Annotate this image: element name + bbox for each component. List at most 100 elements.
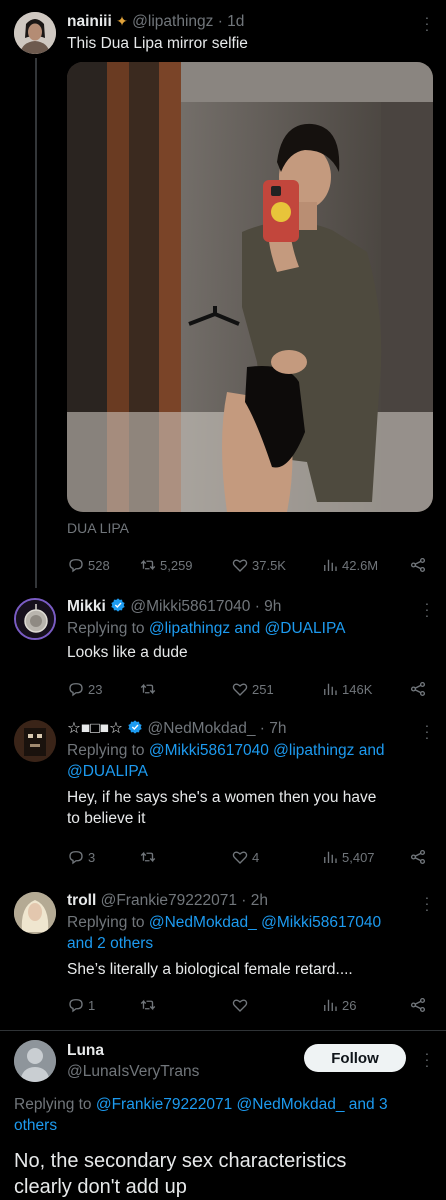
replying-to: Replying to @Mikki58617040 @lipathingz a… [67, 740, 434, 782]
view-count: 146K [342, 681, 373, 697]
retweet-icon [140, 851, 156, 863]
views-button[interactable]: 146K [321, 680, 409, 698]
focused-tweet[interactable]: Luna @LunaIsVeryTrans Follow · · · Replyin… [0, 1030, 446, 1200]
view-count: 5,407 [342, 849, 375, 865]
action-bar: 528 5,259 37.5K 42.6M [67, 554, 430, 576]
reply-icon [69, 559, 83, 573]
reply-button[interactable]: 23 [67, 680, 139, 698]
timestamp[interactable]: · 9h [255, 598, 282, 615]
more-options-icon[interactable]: · · · [424, 718, 430, 744]
reply-icon [69, 999, 83, 1013]
more-options-icon[interactable]: · · · [424, 10, 430, 36]
replying-to: Replying to @lipathingz and @DUALIPA [67, 618, 434, 639]
share-button[interactable] [409, 996, 427, 1014]
display-name[interactable]: troll [67, 892, 96, 909]
views-button[interactable]: 42.6M [321, 556, 409, 574]
timestamp[interactable]: · 7h [260, 720, 287, 737]
retweet-button[interactable]: 5,259 [139, 556, 231, 574]
reply-button[interactable]: 3 [67, 848, 139, 866]
handle[interactable]: @lipathingz [132, 13, 213, 30]
handle[interactable]: @Mikki58617040 [130, 598, 250, 615]
replying-to-link[interactable]: others [14, 1117, 57, 1134]
action-bar: 23 251 146K [67, 678, 430, 700]
like-button[interactable]: 37.5K [231, 556, 321, 574]
tweet-text-line: Hey, if he says she's a women then you h… [67, 789, 377, 806]
timestamp[interactable]: · 2h [241, 892, 268, 909]
share-button[interactable] [409, 680, 427, 698]
views-button[interactable]: 5,407 [321, 848, 409, 866]
more-options-icon[interactable]: · · · [424, 596, 430, 622]
display-name[interactable]: Mikki [67, 598, 106, 615]
handle[interactable]: @NedMokdad_ [148, 720, 256, 737]
tweet-text-line: clearly don't add up [14, 1176, 187, 1198]
replying-to-link[interactable]: @lipathingz and @DUALIPA [149, 620, 346, 637]
view-count: 26 [342, 997, 357, 1013]
replying-to-link[interactable]: @Frankie79222071 @NedMokdad_ and 3 [96, 1096, 388, 1113]
heart-icon [232, 559, 248, 572]
tweet-text: Looks like a dude [67, 644, 188, 661]
reply-tweet[interactable]: Mikki @Mikki58617040 · 9h Replying to @l… [0, 590, 446, 708]
share-icon [410, 681, 426, 697]
view-count: 42.6M [342, 557, 379, 573]
follow-button[interactable]: Follow [304, 1044, 406, 1072]
retweet-button[interactable] [139, 848, 231, 866]
reply-tweet[interactable]: ☆■□■☆ @NedMokdad_ · 7h Replying to @Mikk… [0, 712, 446, 876]
more-options-icon[interactable]: · · · [424, 890, 430, 916]
handle[interactable]: @LunaIsVeryTrans [67, 1061, 199, 1082]
views-icon [324, 683, 337, 695]
reply-tweet[interactable]: troll @Frankie79222071 · 2h Replying to … [0, 884, 446, 1028]
replying-to: Replying to @NedMokdad_ @Mikki58617040 a… [67, 912, 434, 954]
photo-caption: DUA LIPA [67, 520, 129, 536]
tweet-text: She’s literally a biological female reta… [67, 961, 353, 978]
avatar[interactable] [14, 1040, 56, 1082]
replying-prefix: Replying to [67, 742, 145, 759]
heart-icon [232, 999, 248, 1012]
tweet-text: This Dua Lipa mirror selfie [67, 35, 248, 52]
emoji-icon: ✦ [116, 13, 128, 29]
like-button[interactable]: 4 [231, 848, 321, 866]
heart-icon [232, 851, 248, 864]
views-icon [324, 559, 337, 571]
replying-to-link[interactable]: @NedMokdad_ @Mikki58617040 [149, 914, 381, 931]
like-count: 37.5K [252, 557, 286, 573]
reply-button[interactable]: 1 [67, 996, 139, 1014]
like-button[interactable]: 251 [231, 680, 321, 698]
avatar[interactable] [14, 12, 56, 54]
display-name[interactable]: Luna [67, 1040, 199, 1061]
replying-prefix: Replying to [67, 914, 145, 931]
replying-to-link[interactable]: and 2 others [67, 935, 153, 952]
retweet-button[interactable] [139, 996, 231, 1014]
tweet-original[interactable]: nainiii ✦ @lipathingz · 1d This Dua Lipa… [0, 0, 446, 590]
share-icon [410, 557, 426, 573]
display-name[interactable]: nainiii [67, 13, 112, 30]
like-button[interactable] [231, 996, 321, 1014]
reply-button[interactable]: 528 [67, 556, 139, 574]
retweet-button[interactable] [139, 680, 231, 698]
share-button[interactable] [409, 556, 427, 574]
views-button[interactable]: 26 [321, 996, 409, 1014]
views-icon [324, 851, 337, 863]
avatar[interactable] [14, 720, 56, 762]
reply-count: 23 [88, 681, 103, 697]
avatar[interactable] [14, 598, 56, 640]
share-button[interactable] [409, 848, 427, 866]
tweet-photo[interactable] [67, 62, 433, 512]
heart-icon [232, 683, 248, 696]
views-icon [324, 999, 337, 1011]
timestamp[interactable]: · 1d [218, 13, 245, 30]
like-count: 4 [252, 849, 260, 865]
replying-to-link[interactable]: @Mikki58617040 @lipathingz and [149, 742, 385, 759]
replying-to-link[interactable]: @DUALIPA [67, 763, 148, 780]
action-bar: 3 4 5,407 [67, 846, 430, 868]
replying-prefix: Replying to [14, 1096, 92, 1113]
tweet-text: Hey, if he says she's a women then you h… [67, 787, 434, 829]
retweet-icon [140, 999, 156, 1011]
handle[interactable]: @Frankie79222071 [101, 892, 237, 909]
display-name[interactable]: ☆■□■☆ [67, 720, 123, 737]
reply-icon [69, 851, 83, 865]
replying-to: Replying to @Frankie79222071 @NedMokdad_… [14, 1094, 434, 1136]
like-count: 251 [252, 681, 274, 697]
more-options-icon[interactable]: · · · [424, 1046, 430, 1072]
avatar[interactable] [14, 892, 56, 934]
replying-prefix: Replying to [67, 620, 145, 637]
